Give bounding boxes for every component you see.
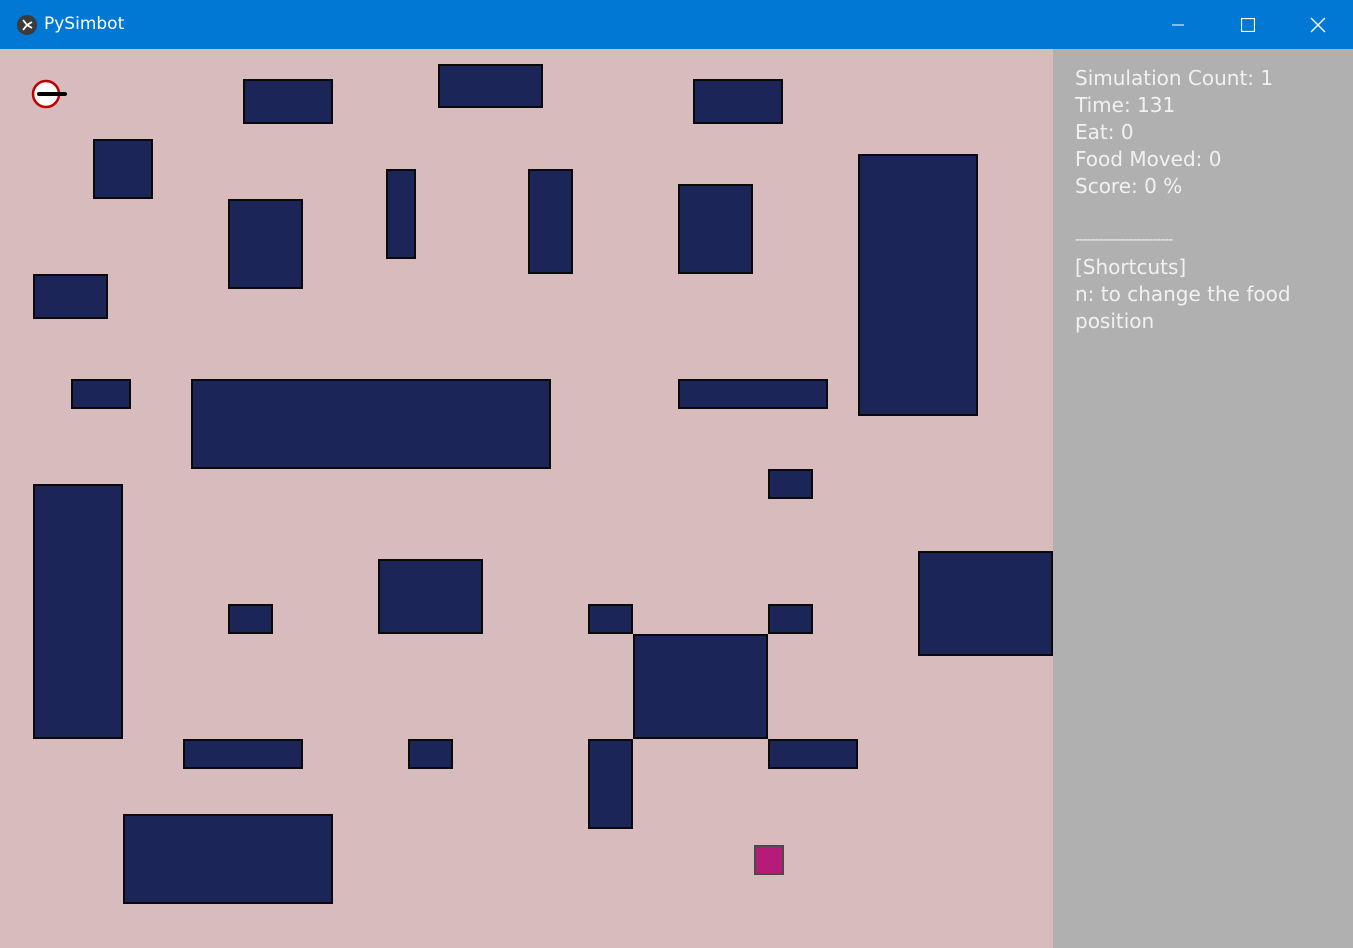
- obstacle: [386, 169, 416, 259]
- obstacle: [93, 139, 153, 199]
- app-logo-icon: [17, 15, 37, 35]
- obstacle: [33, 274, 108, 319]
- obstacle: [378, 559, 483, 634]
- obstacle: [588, 739, 633, 829]
- window-title: PySimbot: [44, 14, 125, 34]
- obstacle: [191, 379, 551, 469]
- minimize-icon: [1172, 24, 1184, 25]
- divider-line: ------------------------: [1075, 232, 1173, 248]
- app-window: PySimbot Simulation Count: 1 Time: 131 E…: [0, 0, 1353, 948]
- obstacle: [183, 739, 303, 769]
- obstacle: [858, 154, 978, 416]
- obstacle: [678, 379, 828, 409]
- obstacle: [33, 484, 123, 739]
- simulation-arena[interactable]: [3, 49, 1053, 948]
- food-moved-count: Food Moved: 0: [1075, 147, 1222, 171]
- score-readout: Score: 0 %: [1075, 174, 1183, 198]
- shortcuts-header: [Shortcuts]: [1075, 255, 1187, 279]
- obstacle: [228, 199, 303, 289]
- obstacle: [408, 739, 453, 769]
- obstacle: [228, 604, 273, 634]
- close-icon: [1310, 17, 1326, 32]
- obstacle: [71, 379, 131, 409]
- robot-icon[interactable]: [31, 79, 67, 113]
- obstacle: [678, 184, 753, 274]
- obstacle: [243, 79, 333, 124]
- obstacle: [768, 469, 813, 499]
- food-icon: [754, 845, 784, 875]
- title-bar[interactable]: PySimbot: [0, 0, 1353, 49]
- minimize-button[interactable]: [1143, 0, 1213, 49]
- close-button[interactable]: [1283, 0, 1353, 49]
- time-readout: Time: 131: [1075, 93, 1176, 117]
- obstacle: [768, 739, 858, 769]
- obstacle: [123, 814, 333, 904]
- obstacle: [633, 634, 768, 739]
- obstacle: [528, 169, 573, 274]
- info-panel: Simulation Count: 1 Time: 131 Eat: 0 Foo…: [1053, 49, 1353, 948]
- simulation-count: Simulation Count: 1: [1075, 66, 1274, 90]
- eat-count: Eat: 0: [1075, 120, 1134, 144]
- maximize-button[interactable]: [1213, 0, 1283, 49]
- obstacle: [588, 604, 633, 634]
- obstacle: [693, 79, 783, 124]
- obstacle: [918, 551, 1053, 656]
- obstacle: [768, 604, 813, 634]
- maximize-icon: [1241, 17, 1255, 32]
- shortcut-item: n: to change the food position: [1075, 282, 1297, 333]
- obstacle: [438, 64, 543, 108]
